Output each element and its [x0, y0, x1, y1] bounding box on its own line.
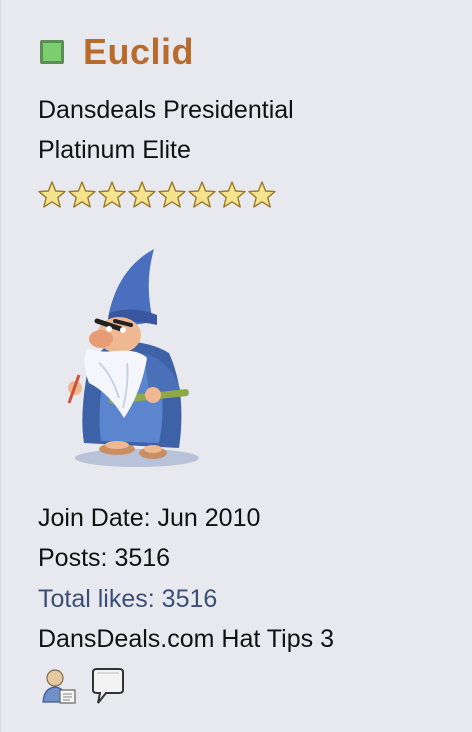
- join-date-value: Jun 2010: [157, 504, 261, 532]
- join-date: Join Date: Jun 2010: [38, 503, 260, 533]
- rank-star-icon: [248, 181, 276, 208]
- posts-value: 3516: [114, 544, 171, 572]
- username-link[interactable]: Euclid: [83, 30, 194, 74]
- online-status-icon: [40, 40, 64, 64]
- avatar: [67, 249, 199, 467]
- likes-label: Total likes:: [38, 585, 155, 613]
- hat-tips: DansDeals.com Hat Tips 3: [38, 624, 334, 654]
- user-profile-icon[interactable]: [40, 666, 78, 706]
- posts-label: Posts:: [38, 544, 108, 572]
- user-title-line1: Dansdeals Presidential: [38, 96, 294, 124]
- user-title: Dansdeals Presidential Platinum Elite: [38, 90, 398, 170]
- hat-tips-value: 3: [320, 625, 334, 653]
- rank-star-icon: [98, 181, 126, 208]
- join-date-label: Join Date:: [38, 504, 151, 532]
- rank-star-icon: [68, 181, 96, 208]
- likes-value: 3516: [161, 585, 218, 613]
- total-likes-link[interactable]: Total likes: 3516: [38, 584, 217, 614]
- user-info-panel: Euclid Dansdeals Presidential Platinum E…: [0, 0, 472, 732]
- rank-star-icon: [38, 181, 66, 208]
- user-title-line2: Platinum Elite: [38, 136, 191, 164]
- rank-star-icon: [188, 181, 216, 208]
- rank-star-icon: [128, 181, 156, 208]
- rank-star-icon: [218, 181, 246, 208]
- rank-stars: [38, 180, 276, 210]
- hat-tips-label: DansDeals.com Hat Tips: [38, 625, 314, 653]
- post-count: Posts: 3516: [38, 543, 170, 573]
- user-action-icons: [40, 666, 126, 706]
- speech-bubble-icon[interactable]: [88, 666, 126, 706]
- rank-star-icon: [158, 181, 186, 208]
